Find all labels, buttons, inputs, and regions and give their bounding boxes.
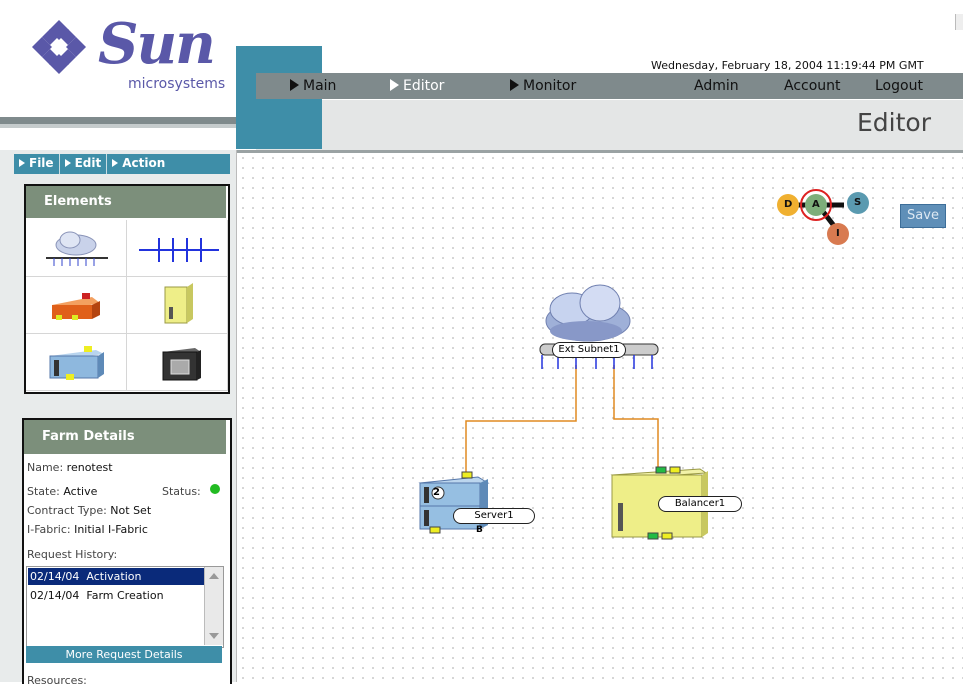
subnet-label[interactable]: Ext Subnet1 [552,342,626,358]
resources-label: Resources: [27,674,87,687]
history-item[interactable]: 02/14/04 Activation [28,568,204,585]
header-divider-line [0,124,236,128]
farm-ifabric-row: I-Fabric: Initial I-Fabric [27,523,148,536]
nav-logout[interactable]: Logout [875,78,923,94]
play-icon [19,159,25,167]
farm-details-header: Farm Details [24,420,226,454]
load-balancer-icon [164,283,193,324]
history-item[interactable]: 02/14/04 Farm Creation [28,587,204,604]
subnet-cloud-icon [46,231,108,266]
server-icon [49,346,104,380]
badge-i[interactable]: I [836,228,840,239]
nav-account[interactable]: Account [784,78,841,94]
history-action: Farm Creation [86,589,164,602]
play-icon [290,79,299,91]
palette-item-storage[interactable] [127,334,228,391]
play-icon [64,159,71,167]
history-date: 02/14/04 [30,570,80,583]
history-scrollbar[interactable] [204,567,223,645]
farm-ifabric-value: Initial I-Fabric [74,523,148,536]
file-menu-label: File [29,156,54,170]
edit-menu-label: Edit [74,156,102,170]
top-nav-bar [256,73,963,99]
window-scrollbar[interactable] [955,14,963,30]
network-diagram [418,189,869,540]
farm-name-row: Name: renotest [27,461,113,474]
vlan-bus-icon [139,238,219,262]
farm-state-value: Active [63,485,98,498]
palette-item-firewall[interactable] [26,277,127,334]
play-icon [510,79,519,91]
sun-logo-icon [32,20,86,74]
palette-item-balancer[interactable] [127,277,228,334]
nav-editor-label: Editor [403,78,445,94]
elements-panel-header: Elements [26,186,226,218]
nav-editor[interactable]: Editor [390,78,444,94]
edit-menu[interactable]: Edit [60,154,108,174]
farm-details-title: Farm Details [42,429,135,444]
request-history-list[interactable]: 02/14/04 Activation 02/14/04 Farm Creati… [26,566,224,648]
cloud-icon [545,284,631,342]
nav-monitor-label: Monitor [523,78,577,94]
badge-a[interactable]: A [812,199,820,210]
history-date: 02/14/04 [30,589,80,602]
play-icon [112,159,119,167]
palette-item-subnet[interactable] [26,220,127,277]
page-title: Editor [857,108,931,137]
action-menu-label: Action [122,156,166,170]
nav-monitor[interactable]: Monitor [510,78,576,94]
request-history-label: Request History: [27,548,118,561]
save-button[interactable]: Save [900,204,946,228]
scroll-up-icon[interactable] [209,573,219,579]
more-request-details-button[interactable]: More Request Details [26,646,222,663]
palette-item-vlan[interactable] [127,220,228,277]
connection-lines [465,365,659,475]
storage-icon [162,348,201,381]
action-menu[interactable]: Action [107,154,170,174]
palette-item-server[interactable] [26,334,127,391]
farm-name-label: Name: [27,461,64,474]
brand-name: Sun [98,11,216,77]
balancer-label[interactable]: Balancer1 [658,496,742,512]
farm-name-value: renotest [66,461,113,474]
datetime-display: Wednesday, February 18, 2004 11:19:44 PM… [651,59,924,72]
server-label[interactable]: Server1 [453,508,535,524]
farm-status-label: Status: [162,485,201,498]
elements-panel-title: Elements [44,194,112,209]
badge-d[interactable]: D [784,199,792,210]
firewall-icon [52,293,100,320]
header-divider [0,117,236,124]
editor-menu-bar: File Edit Action [14,154,230,174]
status-indicator-icon [210,484,220,494]
nav-main[interactable]: Main [290,78,336,94]
brand-subtitle: microsystems [128,76,226,92]
farm-state-label: State: [27,485,60,498]
history-action: Activation [86,570,142,583]
farm-state-row: State: Active [27,485,97,498]
nav-main-label: Main [303,78,337,94]
farm-contract-row: Contract Type: Not Set [27,504,151,517]
farm-contract-label: Contract Type: [27,504,107,517]
scroll-down-icon[interactable] [209,633,219,639]
server-tag-badge: B [476,525,483,535]
file-menu[interactable]: File [14,154,60,174]
farm-ifabric-label: I-Fabric: [27,523,71,536]
farm-contract-value: Not Set [110,504,152,517]
play-icon [390,79,399,91]
nav-admin[interactable]: Admin [694,78,739,94]
badge-s[interactable]: S [854,197,861,208]
server-count-badge: 2 [433,487,440,498]
